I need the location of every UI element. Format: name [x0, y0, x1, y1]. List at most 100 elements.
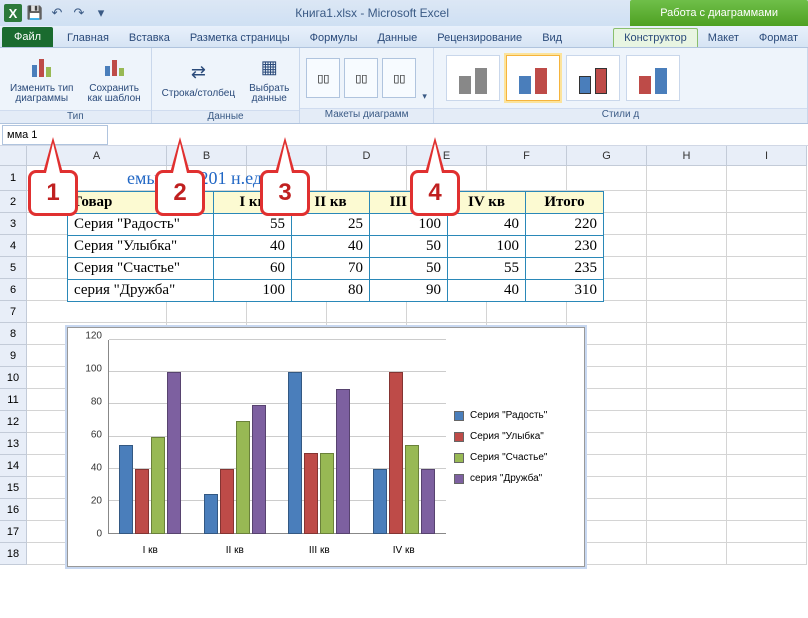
- layout-1-thumb[interactable]: ▯▯: [306, 58, 340, 98]
- legend-item[interactable]: Серия "Радость": [454, 410, 576, 421]
- table-cell[interactable]: 235: [526, 258, 604, 280]
- row-head[interactable]: 6: [0, 279, 27, 301]
- layouts-more-icon[interactable]: ▾: [422, 91, 427, 102]
- col-head[interactable]: G: [567, 146, 647, 166]
- chart-bar[interactable]: [373, 469, 387, 534]
- col-head[interactable]: A: [27, 146, 167, 166]
- change-chart-type-button[interactable]: Изменить тип диаграммы: [6, 50, 77, 108]
- save-icon[interactable]: 💾: [26, 4, 44, 22]
- chart-bar[interactable]: [220, 469, 234, 534]
- qat-dropdown-icon[interactable]: ▾: [92, 4, 110, 22]
- legend-item[interactable]: Серия "Счастье": [454, 452, 576, 463]
- table-row[interactable]: Серия "Улыбка"404050100230: [68, 236, 604, 258]
- table-row[interactable]: Серия "Радость"552510040220: [68, 214, 604, 236]
- table-cell[interactable]: 100: [370, 214, 448, 236]
- table-cell[interactable]: 310: [526, 280, 604, 302]
- row-head[interactable]: 14: [0, 455, 27, 477]
- layout-2-thumb[interactable]: ▯▯: [344, 58, 378, 98]
- tab-layout[interactable]: Разметка страницы: [180, 29, 300, 47]
- save-template-button[interactable]: Сохранить как шаблон: [83, 50, 144, 108]
- legend-item[interactable]: Серия "Улыбка": [454, 431, 576, 442]
- layout-3-thumb[interactable]: ▯▯: [382, 58, 416, 98]
- table-cell[interactable]: 230: [526, 236, 604, 258]
- tab-data[interactable]: Данные: [367, 29, 427, 47]
- name-box[interactable]: [2, 125, 108, 145]
- tab-chart-format[interactable]: Формат: [749, 29, 808, 47]
- row-head[interactable]: 15: [0, 477, 27, 499]
- row-head[interactable]: 17: [0, 521, 27, 543]
- table-cell[interactable]: 220: [526, 214, 604, 236]
- table-cell[interactable]: серия "Дружба": [68, 280, 214, 302]
- chart-bar[interactable]: [288, 372, 302, 534]
- table-cell[interactable]: 80: [292, 280, 370, 302]
- table-cell[interactable]: 100: [214, 280, 292, 302]
- chart-bar[interactable]: [167, 372, 181, 534]
- row-head[interactable]: 8: [0, 323, 27, 345]
- chart-bar[interactable]: [421, 469, 435, 534]
- chart-bar[interactable]: [151, 437, 165, 534]
- data-table[interactable]: Товар I кв II кв III кв IV кв Итого Сери…: [67, 191, 604, 302]
- table-cell[interactable]: 40: [292, 236, 370, 258]
- table-cell[interactable]: 40: [448, 280, 526, 302]
- select-all-corner[interactable]: [0, 146, 27, 166]
- chart-bar[interactable]: [135, 469, 149, 534]
- table-cell[interactable]: 50: [370, 236, 448, 258]
- table-cell[interactable]: 40: [448, 214, 526, 236]
- table-cell[interactable]: 70: [292, 258, 370, 280]
- chart-plot-area[interactable]: 020406080100120 I квII квIII квIV кв: [76, 336, 446, 558]
- col-head[interactable]: I: [727, 146, 807, 166]
- chart-bar[interactable]: [119, 445, 133, 534]
- tab-review[interactable]: Рецензирование: [427, 29, 532, 47]
- chart-layouts-gallery[interactable]: ▯▯ ▯▯ ▯▯: [306, 58, 416, 98]
- table-cell[interactable]: Серия "Улыбка": [68, 236, 214, 258]
- style-2-thumb[interactable]: [506, 55, 560, 101]
- tab-chart-layout[interactable]: Макет: [698, 29, 749, 47]
- chart-legend[interactable]: Серия "Радость" Серия "Улыбка" Серия "Счас…: [446, 336, 576, 558]
- chart-bar[interactable]: [320, 453, 334, 534]
- tab-view[interactable]: Вид: [532, 29, 572, 47]
- style-4-thumb[interactable]: [626, 55, 680, 101]
- tab-formulas[interactable]: Формулы: [300, 29, 368, 47]
- row-head[interactable]: 11: [0, 389, 27, 411]
- col-head[interactable]: F: [487, 146, 567, 166]
- tab-home[interactable]: Главная: [57, 29, 119, 47]
- tab-file[interactable]: Файл: [2, 27, 53, 47]
- worksheet-area[interactable]: A B C D E F G H I 1234567891011121314151…: [0, 146, 808, 565]
- embedded-chart[interactable]: 020406080100120 I квII квIII квIV кв Сер…: [67, 327, 585, 567]
- undo-icon[interactable]: ↶: [48, 4, 66, 22]
- chart-styles-gallery[interactable]: [440, 55, 686, 101]
- table-cell[interactable]: 55: [214, 214, 292, 236]
- row-head[interactable]: 5: [0, 257, 27, 279]
- table-row[interactable]: серия "Дружба"100809040310: [68, 280, 604, 302]
- row-head[interactable]: 10: [0, 367, 27, 389]
- table-cell[interactable]: 60: [214, 258, 292, 280]
- redo-icon[interactable]: ↷: [70, 4, 88, 22]
- row-head[interactable]: 9: [0, 345, 27, 367]
- col-head[interactable]: C: [247, 146, 327, 166]
- table-cell[interactable]: 55: [448, 258, 526, 280]
- chart-bar[interactable]: [405, 445, 419, 534]
- table-cell[interactable]: 40: [214, 236, 292, 258]
- row-head[interactable]: 16: [0, 499, 27, 521]
- table-cell[interactable]: 100: [448, 236, 526, 258]
- row-head[interactable]: 7: [0, 301, 27, 323]
- chart-bar[interactable]: [252, 405, 266, 534]
- col-head[interactable]: D: [327, 146, 407, 166]
- tab-chart-design[interactable]: Конструктор: [613, 28, 698, 47]
- table-row[interactable]: Серия "Счастье"60705055235: [68, 258, 604, 280]
- row-head[interactable]: 4: [0, 235, 27, 257]
- chart-bar[interactable]: [336, 389, 350, 535]
- table-cell[interactable]: Серия "Счастье": [68, 258, 214, 280]
- switch-row-column-button[interactable]: ⇄ Строка/столбец: [158, 50, 239, 108]
- chart-bar[interactable]: [236, 421, 250, 534]
- row-head[interactable]: 2: [0, 191, 27, 213]
- col-head[interactable]: B: [167, 146, 247, 166]
- style-1-thumb[interactable]: [446, 55, 500, 101]
- row-head[interactable]: 3: [0, 213, 27, 235]
- table-cell[interactable]: 90: [370, 280, 448, 302]
- style-3-thumb[interactable]: [566, 55, 620, 101]
- col-head[interactable]: E: [407, 146, 487, 166]
- legend-item[interactable]: серия "Дружба": [454, 473, 576, 484]
- col-head[interactable]: H: [647, 146, 727, 166]
- table-cell[interactable]: Серия "Радость": [68, 214, 214, 236]
